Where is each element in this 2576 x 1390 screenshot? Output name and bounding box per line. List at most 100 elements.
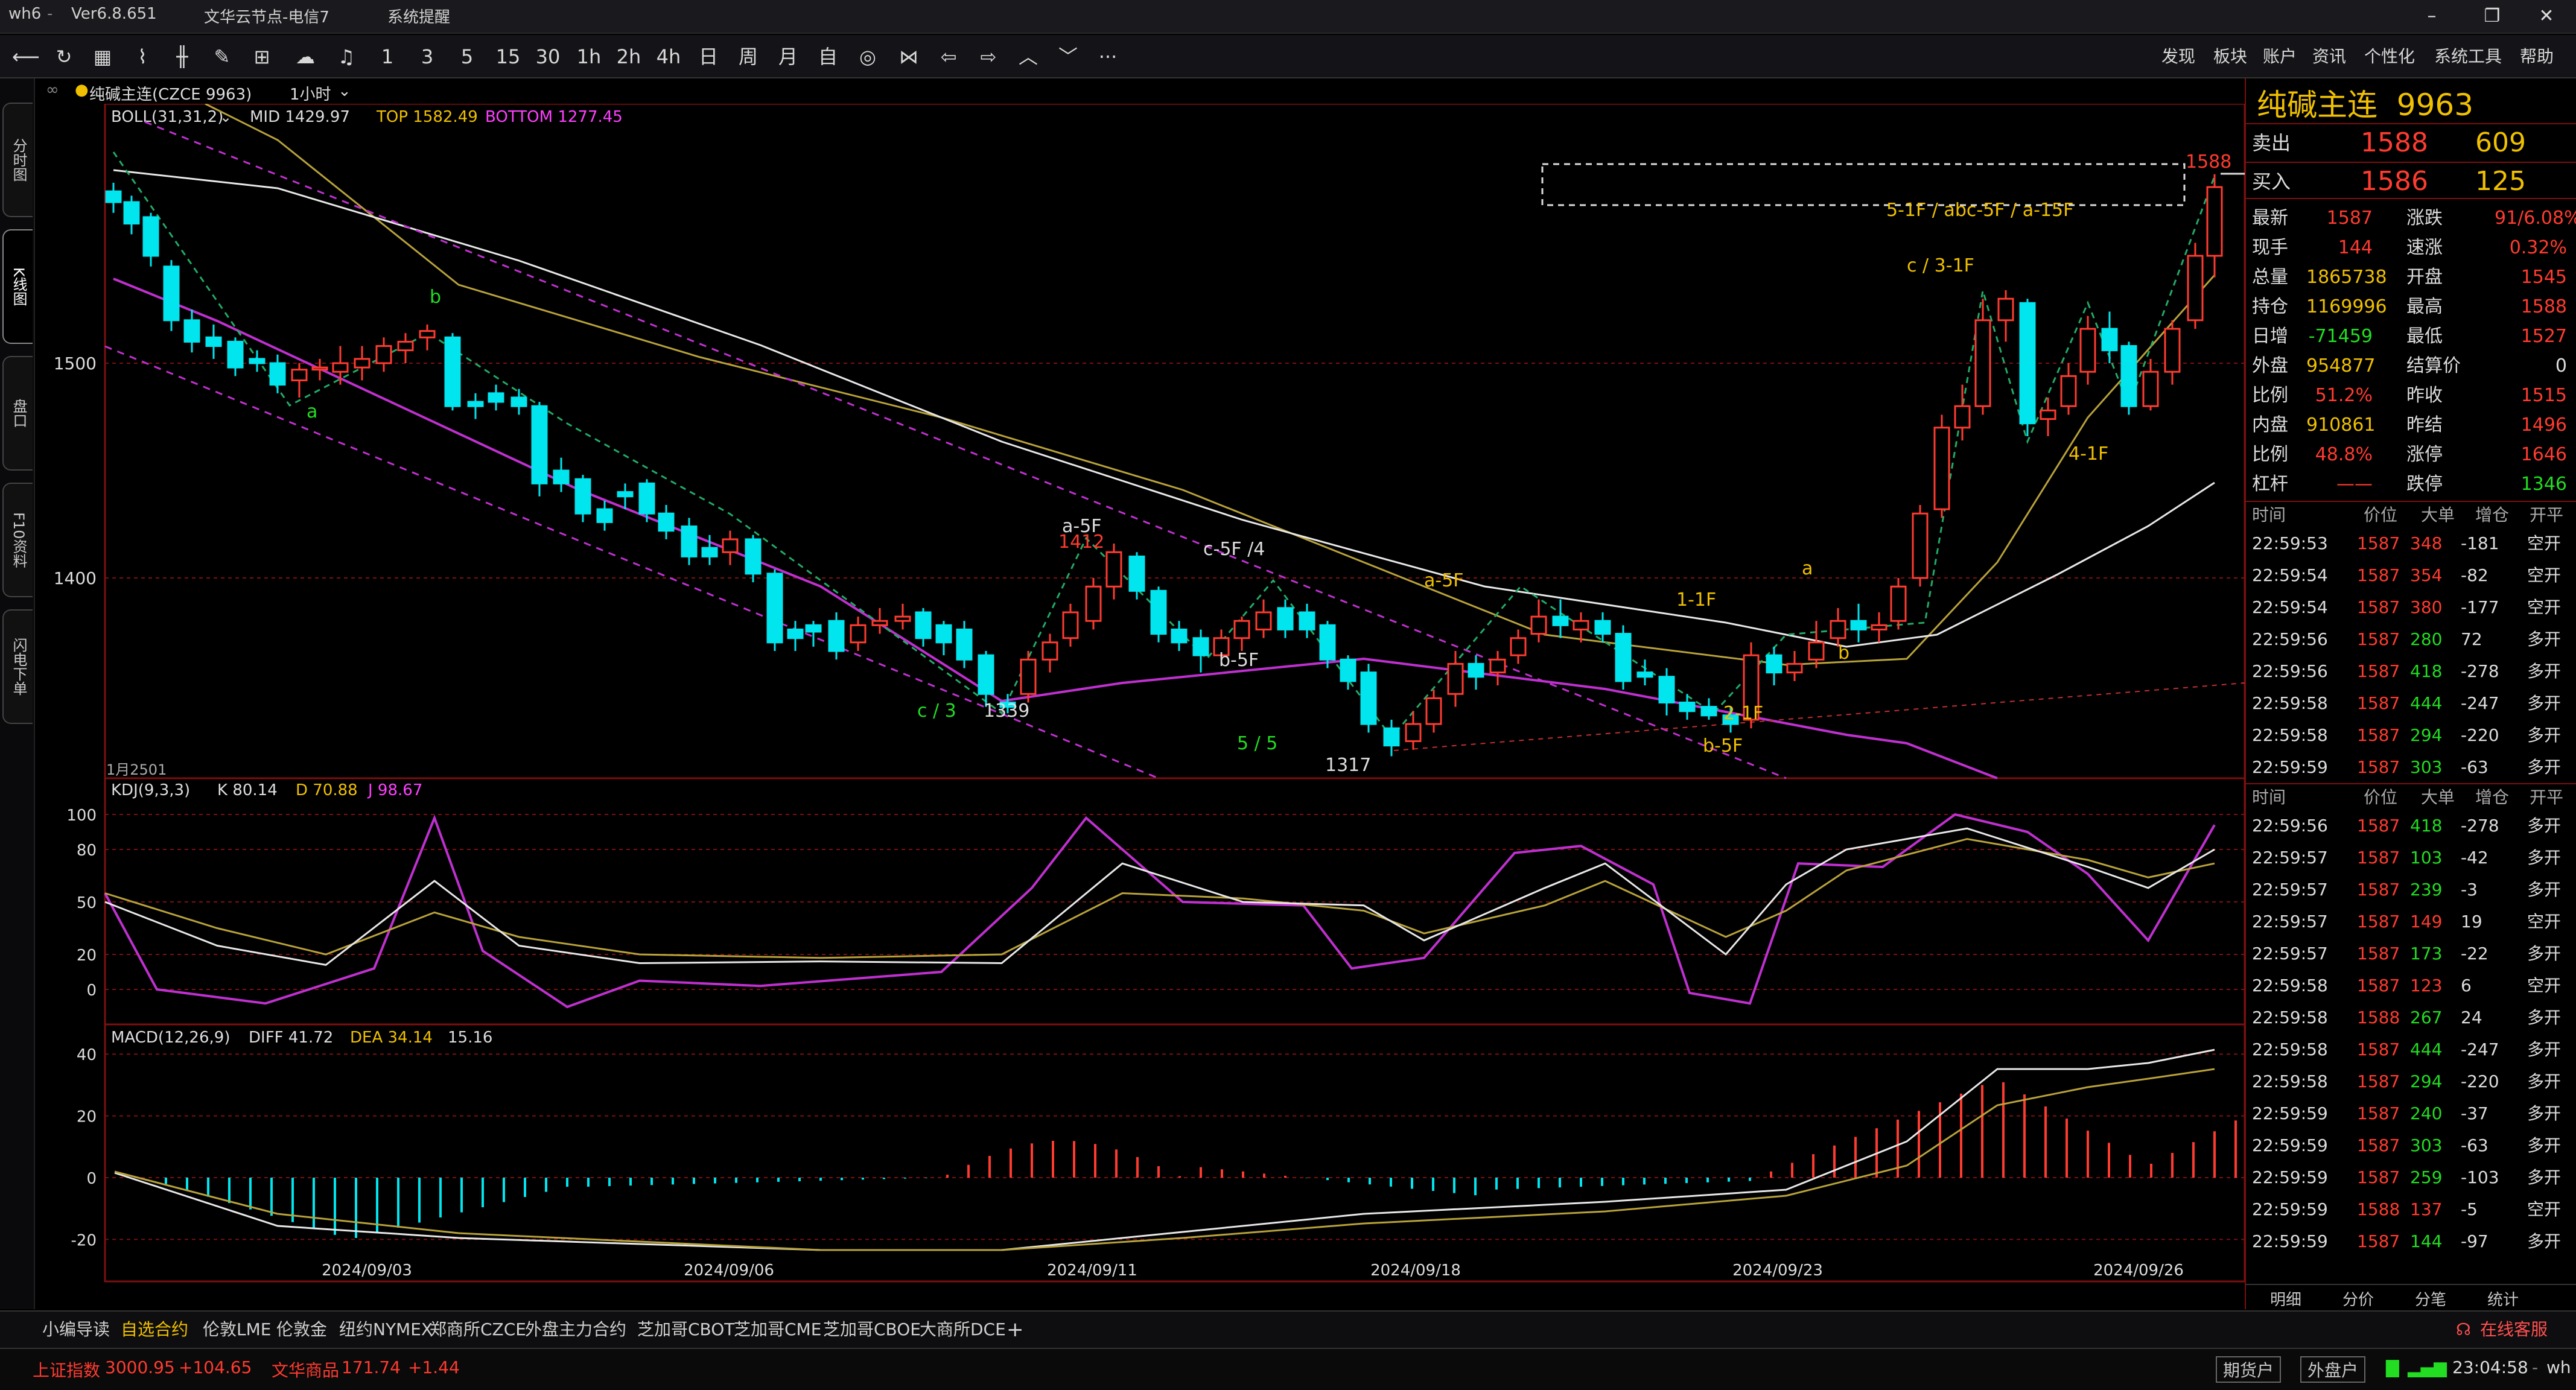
- candle-down: [1340, 658, 1356, 682]
- index1-change: +104.65: [179, 1357, 252, 1377]
- trade-cell: -181: [2461, 533, 2499, 553]
- bowtie-icon[interactable]: ⋈: [895, 43, 922, 70]
- buy-row[interactable]: 买入 1586 125: [2246, 162, 2576, 199]
- kline-chart[interactable]: 1500 1400 100 80 50 20 0 40 20 0 -20 2024/09/03 2024…: [36, 104, 2245, 1286]
- grid-icon[interactable]: ⊞: [249, 43, 275, 70]
- period-5[interactable]: 5: [454, 43, 480, 70]
- btab-nymex[interactable]: 纽约NYMEX: [339, 1318, 433, 1342]
- period-custom[interactable]: 自: [815, 43, 841, 70]
- tab-f10[interactable]: F10资料: [2, 483, 33, 597]
- trade-cell: 22:59:56: [2252, 629, 2328, 649]
- app-version: Ver6.8.651: [71, 5, 157, 23]
- close-icon[interactable]: ✕: [2516, 1, 2576, 31]
- sell-label: 卖出: [2252, 132, 2291, 154]
- bell-icon[interactable]: ♫: [333, 43, 360, 70]
- link-icon[interactable]: ∞: [46, 81, 59, 99]
- service-headset-icon[interactable]: ☊: [2456, 1318, 2471, 1342]
- menu-help[interactable]: 帮助: [2520, 43, 2554, 70]
- stat-cell: 涨停: [2406, 444, 2443, 465]
- futures-account-button[interactable]: 期货户: [2216, 1356, 2282, 1383]
- candle-down: [183, 319, 200, 343]
- period-month[interactable]: 月: [775, 43, 801, 70]
- eye-icon[interactable]: ◎: [854, 43, 881, 70]
- contract-tab[interactable]: 纯碱主连(CZCE 9963): [89, 82, 252, 104]
- tab-detail[interactable]: 明细: [2270, 1287, 2301, 1310]
- sell-row[interactable]: 卖出 1588 609: [2246, 123, 2576, 160]
- candle-down: [1171, 628, 1188, 644]
- chevron-up-icon[interactable]: ︿: [1015, 43, 1042, 70]
- candle-down: [1679, 701, 1696, 712]
- refresh-icon[interactable]: ↻: [51, 43, 77, 70]
- period-1[interactable]: 1: [374, 43, 401, 70]
- restore-icon[interactable]: ❐: [2462, 1, 2522, 31]
- stat-cell: 91/6.08%: [2495, 208, 2576, 229]
- arrow-left-icon[interactable]: ⇦: [935, 43, 962, 70]
- period-30[interactable]: 30: [532, 43, 564, 70]
- btab-guide[interactable]: 小编导读: [42, 1318, 110, 1342]
- line-chart-icon[interactable]: ⌇: [129, 43, 156, 70]
- menu-system-tools[interactable]: 系统工具: [2434, 43, 2502, 70]
- btab-cboe[interactable]: 芝加哥CBOE: [823, 1318, 921, 1342]
- stat-cell: 内盘: [2252, 414, 2288, 436]
- stat-row: 内盘 910861 昨结 1496: [2246, 411, 2576, 440]
- btab-cbot[interactable]: 芝加哥CBOT: [637, 1318, 734, 1342]
- trade-cell: 1587: [2357, 1135, 2400, 1155]
- period-chevron-icon[interactable]: ⌄: [338, 82, 351, 100]
- btab-dce[interactable]: 大商所DCE: [920, 1318, 1006, 1342]
- tab-kline[interactable]: K线图: [2, 229, 33, 344]
- trade-cell: 348: [2410, 533, 2443, 553]
- online-service-link[interactable]: 在线客服: [2480, 1318, 2548, 1342]
- server-node[interactable]: 文华云节点-电信7: [204, 5, 329, 27]
- trade-cell: 24: [2461, 1008, 2482, 1027]
- add-tab-button[interactable]: +: [1007, 1318, 1024, 1342]
- wave-label-p1588: 1588: [2186, 151, 2231, 173]
- foreign-account-button[interactable]: 外盘户: [2300, 1356, 2366, 1383]
- period-2h[interactable]: 2h: [613, 43, 644, 70]
- candle-down: [488, 392, 504, 403]
- minimize-icon[interactable]: –: [2402, 1, 2462, 31]
- trade-cell: 1587: [2357, 944, 2400, 963]
- tab-ticks[interactable]: 分笔: [2415, 1287, 2446, 1310]
- cloud-icon[interactable]: ☁: [290, 43, 321, 70]
- tab-flash-order[interactable]: 闪电下单: [2, 609, 33, 724]
- system-alert[interactable]: 系统提醒: [387, 5, 450, 27]
- trade-row: 22:59:54 1587 380 -177 空开: [2246, 591, 2576, 623]
- trade-cell: 空开: [2527, 976, 2562, 995]
- arrow-right-icon[interactable]: ⇨: [975, 43, 1002, 70]
- menu-news[interactable]: 资讯: [2312, 43, 2346, 70]
- period-selector[interactable]: 1小时: [290, 82, 331, 104]
- buy-price: 1586: [2361, 166, 2428, 197]
- period-week[interactable]: 周: [735, 43, 762, 70]
- trade-cell: 303: [2410, 1135, 2443, 1155]
- x-tick: 2024/09/18: [1370, 1261, 1461, 1280]
- btab-london-gold[interactable]: 伦敦金: [276, 1318, 327, 1342]
- candle-icon[interactable]: ╫: [169, 43, 196, 70]
- tab-handicap[interactable]: 盘口: [2, 356, 33, 471]
- menu-account[interactable]: 账户: [2263, 43, 2297, 70]
- period-4h[interactable]: 4h: [653, 43, 684, 70]
- period-15[interactable]: 15: [492, 43, 524, 70]
- back-icon[interactable]: ⟵: [12, 43, 40, 70]
- stat-row: 日增 -71459 最低 1527: [2246, 322, 2576, 351]
- btab-lme[interactable]: 伦敦LME: [203, 1318, 271, 1342]
- btab-watchlist[interactable]: 自选合约: [121, 1318, 188, 1342]
- draw-icon[interactable]: ✎: [209, 43, 235, 70]
- tab-price-dist[interactable]: 分价: [2342, 1287, 2374, 1310]
- trade-row: 22:59:59 1587 240 -37 多开: [2246, 1097, 2576, 1129]
- menu-discover[interactable]: 发现: [2161, 43, 2195, 70]
- menu-personalize[interactable]: 个性化: [2364, 43, 2415, 70]
- boll-name: BOLL(31,31,2): [111, 108, 223, 126]
- period-1h[interactable]: 1h: [573, 43, 605, 70]
- candle-up: [1447, 662, 1464, 695]
- btab-czce[interactable]: 郑商所CZCE: [430, 1318, 526, 1342]
- layout-icon[interactable]: ▦: [89, 43, 116, 70]
- period-day[interactable]: 日: [695, 43, 722, 70]
- more-icon[interactable]: ···: [1095, 43, 1121, 70]
- tab-timeshare[interactable]: 分时图: [2, 103, 33, 217]
- btab-cme[interactable]: 芝加哥CME: [734, 1318, 821, 1342]
- period-3[interactable]: 3: [414, 43, 440, 70]
- tab-statistics[interactable]: 统计: [2487, 1287, 2519, 1310]
- btab-foreign-main[interactable]: 外盘主力合约: [525, 1318, 626, 1342]
- menu-sector[interactable]: 板块: [2213, 43, 2247, 70]
- chevron-down-icon[interactable]: ﹀: [1055, 43, 1081, 70]
